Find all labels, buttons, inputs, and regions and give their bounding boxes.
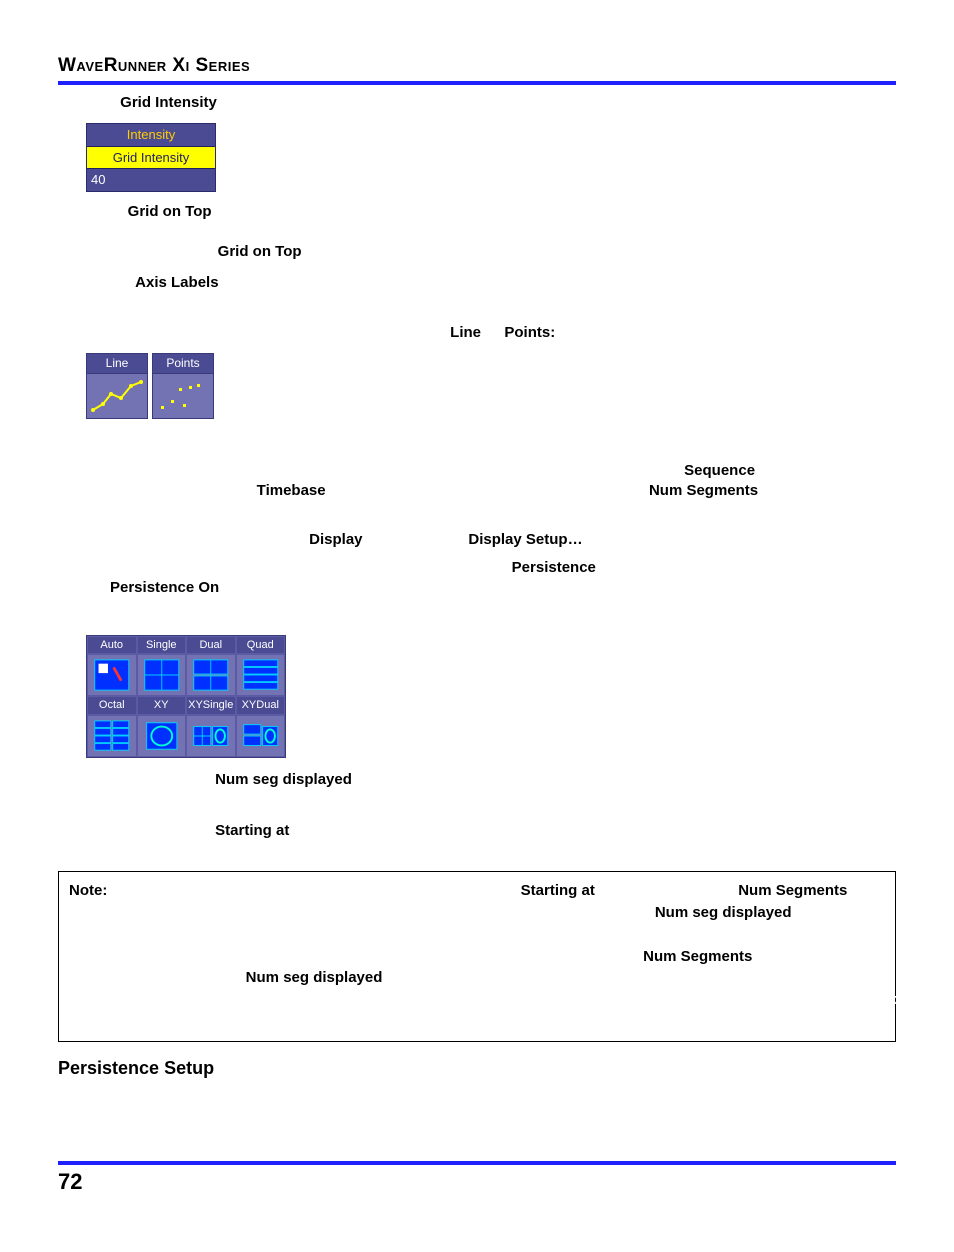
grid-on-top-inline: Grid on Top [218,243,302,260]
num-seg-displayed-label: Num seg displayed [215,771,352,788]
content-body: xxxx Grid Intensity xxxxxxxxxxxxxxxxxxxx… [58,93,896,1252]
points-mode-icon [153,374,213,418]
sequence-label: Sequence [684,462,755,479]
page-number: 72 [58,1161,896,1195]
grid-intensity-label: Grid Intensity [120,94,217,111]
layout-auto-button[interactable] [87,654,137,696]
layout-xy-label: XY [137,696,187,715]
line-mode-icon [87,374,147,418]
persistence-setup-heading: Persistence Setup [58,1056,896,1080]
layout-xysingle-label: XYSingle [186,696,236,715]
note-box: Note: xxxxxxxxxxxxxxxxxxxxxxxxxxxxxxxxxx… [58,871,896,1041]
persistence-label: Persistence [512,559,596,576]
points-mode-label: Points [153,354,213,373]
layout-quad-button[interactable] [236,654,286,696]
note-num-seg-displayed: Num seg displayed [655,904,792,921]
persistence-on-label: Persistence On [110,579,219,596]
layout-octal-button[interactable] [87,715,137,757]
points-mode-button[interactable]: Points [152,353,214,418]
display-setup-label: Display Setup… [468,531,582,548]
layout-auto-label: Auto [87,636,137,655]
layout-xysingle-button[interactable] [186,715,236,757]
page-header: WaveRunner Xi Series [58,55,896,85]
sequence-steps: xxxxxxxxxxxxxxxxxxxxxxxxxxxxxxxxxxxxxxxx… [106,461,896,627]
line-mode-label: Line [87,354,147,373]
layout-octal-label: Octal [87,696,137,715]
layout-xydual-button[interactable] [236,715,286,757]
note-num: Num [246,969,279,986]
line-points-widget: Line Points [86,353,896,418]
axis-labels-label: Axis Labels [135,274,218,291]
grid-on-top-label: Grid on Top [128,203,212,220]
note-num-segments2: Num Segments [643,948,752,965]
display-layout-widget: Auto Single Dual Quad Octal XY XYSingle … [86,635,286,759]
intensity-widget-label: Grid Intensity [87,147,215,170]
intensity-widget[interactable]: Intensity Grid Intensity 40 [86,123,216,192]
starting-at-label: Starting at [215,822,289,839]
note-seg-displayed: seg displayed [283,969,382,986]
note-starting-at: Starting at [521,882,595,899]
note-num-segments: Num Segments [738,882,847,899]
layout-dual-button[interactable] [186,654,236,696]
note-label: Note: [69,882,107,899]
layout-single-button[interactable] [137,654,187,696]
display-label: Display [309,531,362,548]
layout-quad-label: Quad [236,636,286,655]
points-label: Points: [504,324,555,341]
layout-single-label: Single [137,636,187,655]
intensity-widget-title: Intensity [87,124,215,147]
layout-xydual-label: XYDual [236,696,286,715]
layout-dual-label: Dual [186,636,236,655]
layout-xy-button[interactable] [137,715,187,757]
intensity-widget-value[interactable]: 40 [87,169,215,191]
num-segments-label: Num Segments [649,482,758,499]
line-label: Line [450,324,481,341]
line-mode-button[interactable]: Line [86,353,148,418]
timebase-label: Timebase [257,482,326,499]
